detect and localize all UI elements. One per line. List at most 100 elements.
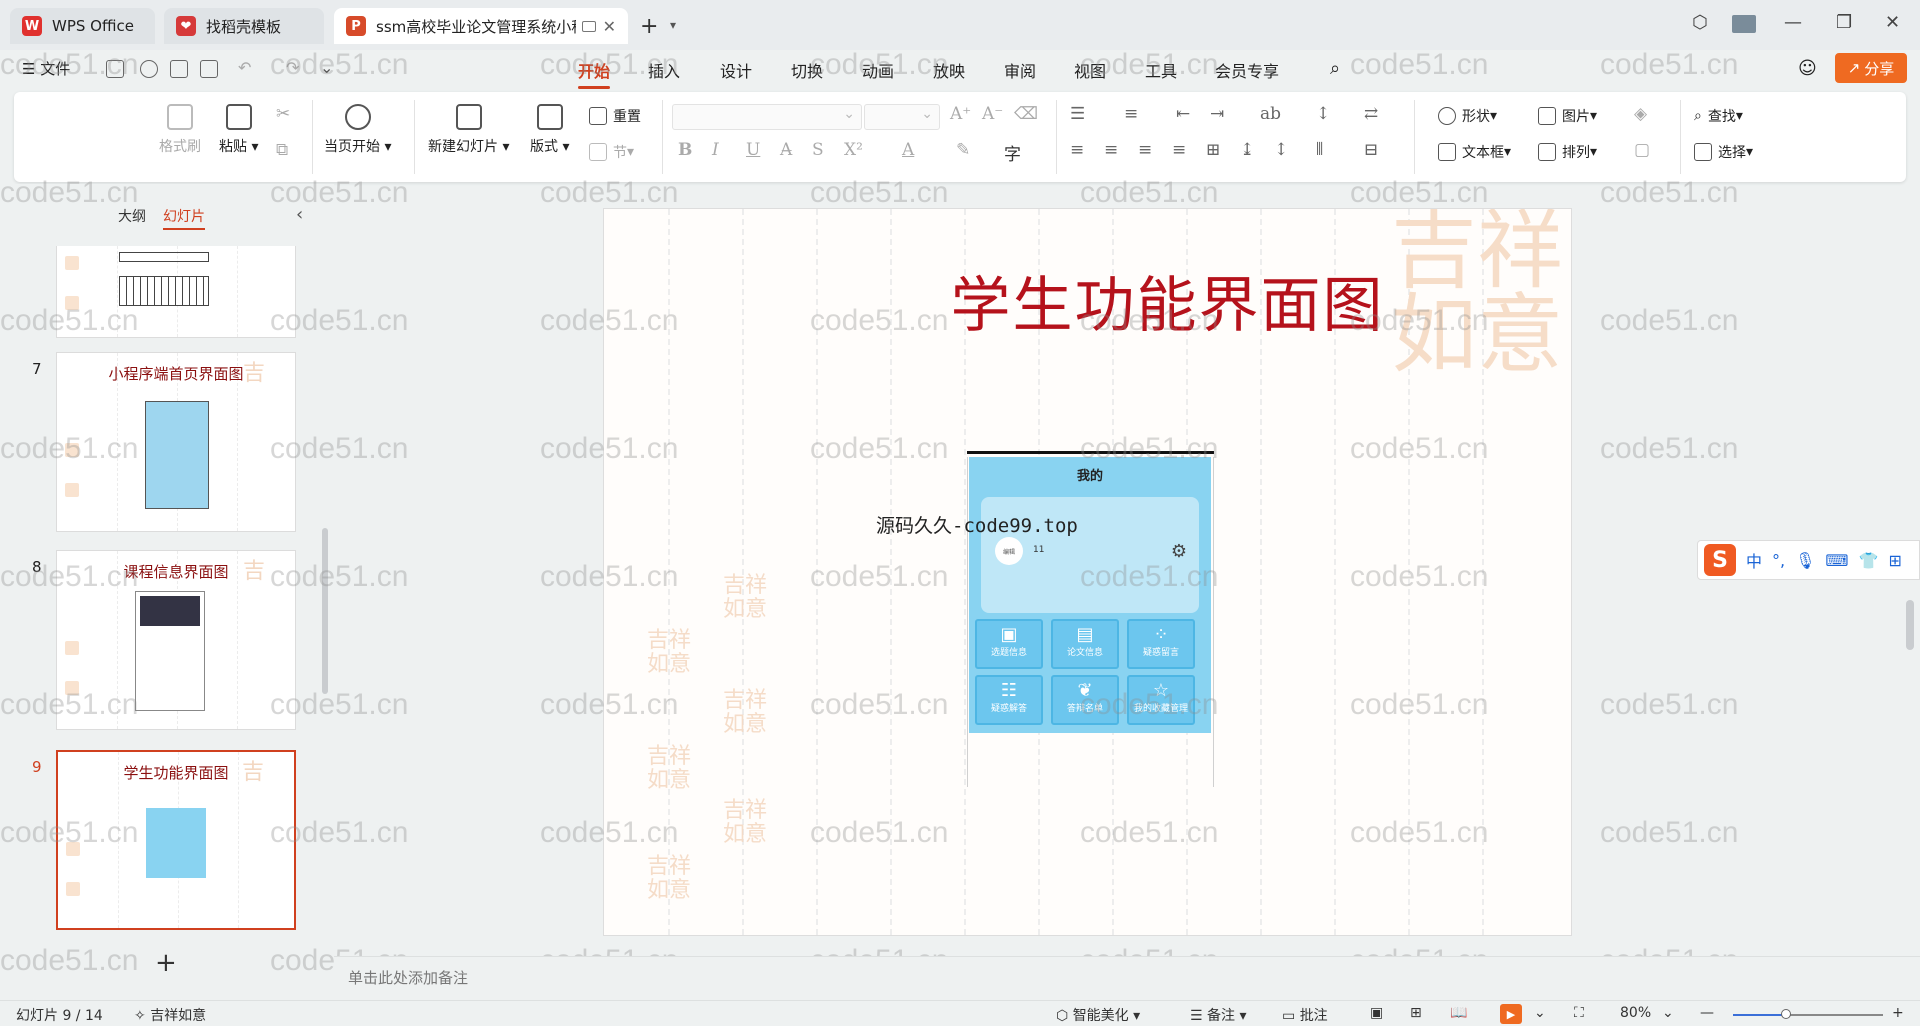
zoom-in-icon[interactable]: +	[1892, 1005, 1904, 1021]
chevron-down-icon[interactable]: ⌄	[1534, 1005, 1546, 1021]
save-icon[interactable]	[106, 60, 124, 78]
tab-insert[interactable]: 插入	[648, 58, 680, 82]
microphone-icon[interactable]: 🎙	[1795, 551, 1815, 570]
align-left-icon[interactable]: ≡	[1070, 140, 1084, 160]
share-button[interactable]: ↗ 分享	[1835, 53, 1907, 83]
notes-toggle-button[interactable]: ☰ 备注 ▾	[1190, 1005, 1247, 1025]
align-center-icon[interactable]: ≡	[1104, 140, 1118, 160]
find-button[interactable]: ⌕ 查找 ▾	[1694, 106, 1743, 126]
tab-review[interactable]: 审阅	[1004, 58, 1036, 82]
chat-icon[interactable]: ☺	[1798, 58, 1817, 79]
comments-button[interactable]: ▭ 批注	[1282, 1005, 1328, 1025]
search-icon[interactable]: ⌕	[1330, 58, 1340, 79]
print-preview-icon[interactable]	[200, 60, 218, 78]
tab-animations[interactable]: 动画	[862, 58, 894, 82]
superscript-icon[interactable]: X²	[844, 140, 863, 160]
play-slideshow-button[interactable]: ▶	[1500, 1004, 1522, 1024]
line-spacing-icon[interactable]: ↨	[1240, 140, 1254, 160]
undo-icon[interactable]: ↶	[238, 58, 251, 77]
distribute-icon[interactable]: ⊞	[1206, 140, 1220, 160]
textbox-button[interactable]: 文本框 ▾	[1438, 142, 1511, 162]
char-spacing-icon[interactable]: 字	[1004, 140, 1021, 165]
outdent-icon[interactable]: ⇤	[1176, 104, 1190, 124]
tab-wps-office[interactable]: W WPS Office	[10, 8, 155, 44]
export-pdf-icon[interactable]	[140, 60, 158, 78]
slide-sorter-icon[interactable]: ⊞	[1410, 1005, 1422, 1021]
collapse-panel-icon[interactable]: ‹	[296, 204, 303, 225]
notes-placeholder[interactable]: 单击此处添加备注	[348, 967, 468, 988]
font-color-icon[interactable]: A	[902, 140, 914, 160]
slide-thumbnail-8[interactable]: 吉 课程信息界面图	[56, 550, 296, 730]
convert-icon[interactable]: ⇄	[1364, 104, 1378, 124]
tab-transitions[interactable]: 切换	[791, 58, 823, 82]
cut-icon[interactable]: ✂	[276, 104, 290, 124]
file-menu[interactable]: ☰ 文件	[22, 58, 70, 79]
outline-icon[interactable]: ▢	[1634, 140, 1650, 160]
cube-icon[interactable]: ⬡	[1692, 12, 1708, 33]
tab-member[interactable]: 会员专享	[1215, 58, 1279, 82]
panel-scrollbar[interactable]	[322, 528, 328, 694]
slide-thumbnail[interactable]	[56, 246, 296, 338]
format-painter-button[interactable]: 格式刷	[159, 104, 201, 156]
monitor-icon[interactable]	[582, 20, 596, 32]
bold-icon[interactable]: B	[678, 140, 692, 160]
notes-pane[interactable]: 单击此处添加备注	[334, 956, 1920, 996]
bullets-icon[interactable]: ☰	[1070, 104, 1085, 124]
highlight-icon[interactable]: ✎	[956, 140, 970, 160]
smart-beautify-button[interactable]: ⬡ 智能美化 ▾	[1056, 1005, 1140, 1025]
numbering-icon[interactable]: ≡	[1124, 104, 1138, 124]
fit-window-icon[interactable]: ⛶	[1574, 1005, 1584, 1021]
decrease-font-icon[interactable]: A⁻	[982, 104, 1003, 124]
tab-slides[interactable]: 幻灯片	[163, 206, 205, 230]
sogou-logo-icon[interactable]: S	[1704, 544, 1736, 576]
restore-icon[interactable]: ❐	[1836, 12, 1852, 33]
slide-thumbnail-7[interactable]: 吉 小程序端首页界面图	[56, 352, 296, 532]
zoom-slider-handle[interactable]	[1780, 1009, 1791, 1019]
reading-view-icon[interactable]: 📖	[1450, 1005, 1467, 1021]
minimize-icon[interactable]: —	[1784, 12, 1802, 33]
close-tab-icon[interactable]: ✕	[603, 17, 616, 36]
section-button[interactable]: 节 ▾	[589, 142, 634, 162]
phone-screenshot[interactable]: 我的 编辑 11 ⚙ ▣ 选题信息 ▤ 论文信息 ⁘ 疑惑留言 ☷ 疑惑解答 ❦ 答辩名单…	[969, 457, 1211, 733]
new-slide-button[interactable]: 新建幻灯片 ▾	[428, 104, 509, 156]
zoom-out-icon[interactable]: —	[1700, 1005, 1714, 1021]
tab-slideshow[interactable]: 放映	[933, 58, 965, 82]
slide-canvas[interactable]: 吉祥 如意 吉祥 如意 吉祥 如意 吉祥 如意 吉祥 如意 吉祥 如意 吉祥 如意 学生功能界…	[603, 208, 1572, 936]
ime-mode[interactable]: 中	[1746, 548, 1762, 572]
strikethrough-icon[interactable]: A̶	[780, 140, 792, 160]
theme-button[interactable]: ✧ 吉祥如意	[134, 1005, 206, 1025]
copy-icon[interactable]: ⧉	[276, 140, 288, 160]
chevron-down-icon[interactable]: ⌄	[1662, 1005, 1674, 1021]
tab-design[interactable]: 设计	[720, 58, 752, 82]
slide-thumbnail-9[interactable]: 吉 学生功能界面图	[56, 750, 296, 930]
tab-docer-templates[interactable]: ❤ 找稻壳模板	[164, 8, 324, 44]
layout-button[interactable]: 版式 ▾	[530, 104, 569, 156]
shape-button[interactable]: 形状 ▾	[1438, 106, 1497, 126]
italic-icon[interactable]: I	[712, 140, 719, 160]
zoom-level[interactable]: 80%	[1620, 1005, 1651, 1021]
justify-icon[interactable]: ≡	[1172, 140, 1186, 160]
paragraph-spacing-icon[interactable]: ↕	[1274, 140, 1288, 160]
slide-title[interactable]: 学生功能界面图	[604, 257, 1571, 344]
new-tab-button[interactable]: +	[640, 14, 658, 39]
print-icon[interactable]	[170, 60, 188, 78]
align-right-icon[interactable]: ≡	[1138, 140, 1152, 160]
normal-view-icon[interactable]: ▣	[1370, 1005, 1383, 1021]
avatar[interactable]	[1732, 15, 1756, 33]
chevron-down-icon[interactable]: ⌄	[320, 58, 333, 77]
arrange-button[interactable]: 排列 ▾	[1538, 142, 1597, 162]
clear-format-icon[interactable]: ⌫	[1014, 104, 1038, 124]
vertical-align-icon[interactable]: ⊟	[1364, 140, 1378, 160]
paste-button[interactable]: 粘贴 ▾	[219, 104, 258, 156]
apps-icon[interactable]: ⊞	[1888, 551, 1901, 570]
column-icon[interactable]: ⫴	[1316, 140, 1323, 160]
tab-home[interactable]: 开始	[578, 58, 611, 89]
tab-outline[interactable]: 大纲	[118, 206, 146, 226]
picture-button[interactable]: 图片 ▾	[1538, 106, 1597, 126]
redo-icon[interactable]: ↷	[286, 58, 299, 77]
add-slide-button[interactable]: +	[155, 948, 177, 978]
tab-presentation[interactable]: P ssm高校毕业论文管理系统小程 ✕	[334, 8, 628, 44]
shadow-icon[interactable]: S	[812, 140, 824, 160]
sort-icon[interactable]: ↕	[1316, 104, 1330, 124]
text-direction-icon[interactable]: ab	[1260, 104, 1281, 124]
